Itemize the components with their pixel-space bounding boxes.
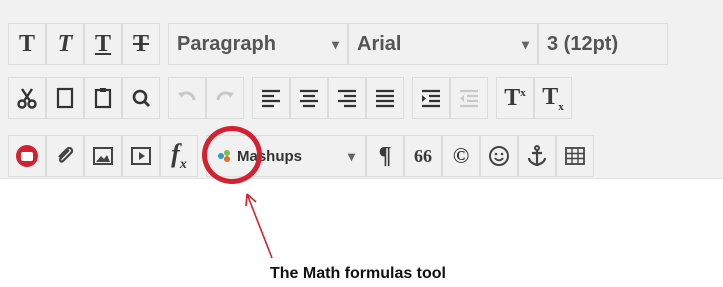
show-blocks-button[interactable]: ¶ bbox=[366, 135, 404, 177]
math-formula-button[interactable]: fx bbox=[160, 135, 198, 177]
align-right-icon bbox=[338, 89, 356, 108]
toolbar-row-3: fx Mashups ▾ ¶ 66 © bbox=[8, 134, 594, 178]
find-button[interactable] bbox=[122, 77, 160, 119]
align-left-icon bbox=[262, 89, 280, 108]
image-icon bbox=[93, 147, 113, 165]
align-center-button[interactable] bbox=[290, 77, 328, 119]
subscript-letter: T bbox=[542, 83, 559, 110]
annotation-caption: The Math formulas tool bbox=[270, 265, 446, 282]
editor-toolbar: T T T T Paragraph ▾ Arial ▾ 3 (12pt) Tx … bbox=[0, 0, 723, 179]
video-icon bbox=[131, 147, 151, 165]
cut-button[interactable] bbox=[8, 77, 46, 119]
pilcrow-icon: ¶ bbox=[378, 142, 392, 169]
math-formula-icon: fx bbox=[171, 139, 187, 173]
quote-icon: 66 bbox=[414, 145, 432, 166]
toolbar-row-1: T T T T Paragraph ▾ Arial ▾ 3 (12pt) bbox=[8, 22, 668, 66]
subscript-mark: x bbox=[558, 100, 564, 113]
document-icon bbox=[56, 87, 74, 109]
toolbar-row-2: Tx Tx bbox=[8, 76, 572, 120]
math-formula-letter: f bbox=[171, 138, 180, 168]
undo-button[interactable] bbox=[168, 77, 206, 119]
search-icon bbox=[132, 89, 150, 107]
strikethrough-button[interactable]: T bbox=[122, 23, 160, 65]
italic-button[interactable]: T bbox=[46, 23, 84, 65]
font-size-select[interactable]: 3 (12pt) bbox=[538, 23, 668, 65]
justify-icon bbox=[376, 89, 394, 108]
paragraph-format-select[interactable]: Paragraph ▾ bbox=[168, 23, 348, 65]
superscript-button[interactable]: Tx bbox=[496, 77, 534, 119]
special-character-button[interactable]: © bbox=[442, 135, 480, 177]
superscript-letter: T bbox=[504, 84, 521, 111]
clipboard-icon bbox=[94, 88, 112, 109]
superscript-mark: x bbox=[520, 86, 526, 99]
font-family-value: Arial bbox=[357, 32, 402, 55]
paragraph-format-value: Paragraph bbox=[177, 32, 276, 55]
paste-button[interactable] bbox=[84, 77, 122, 119]
mashups-label: Mashups bbox=[237, 147, 303, 165]
underline-icon: T bbox=[94, 30, 111, 57]
outdent-button[interactable] bbox=[450, 77, 488, 119]
paperclip-icon bbox=[58, 146, 74, 163]
chevron-down-icon: ▾ bbox=[521, 35, 529, 52]
table-icon bbox=[565, 147, 585, 165]
redo-icon bbox=[216, 91, 234, 101]
indent-button[interactable] bbox=[412, 77, 450, 119]
record-icon bbox=[16, 145, 38, 167]
copy-button[interactable] bbox=[46, 77, 84, 119]
bold-button[interactable]: T bbox=[8, 23, 46, 65]
blockquote-button[interactable]: 66 bbox=[404, 135, 442, 177]
subscript-icon: Tx bbox=[542, 84, 564, 113]
scissors-icon bbox=[17, 88, 37, 109]
attach-file-button[interactable] bbox=[46, 135, 84, 177]
underline-button[interactable]: T bbox=[84, 23, 122, 65]
italic-icon: T bbox=[57, 30, 73, 57]
anchor-icon bbox=[527, 145, 547, 167]
chevron-down-icon: ▾ bbox=[347, 147, 355, 164]
redo-button[interactable] bbox=[206, 77, 244, 119]
align-left-button[interactable] bbox=[252, 77, 290, 119]
strikethrough-icon: T bbox=[132, 30, 149, 57]
justify-button[interactable] bbox=[366, 77, 404, 119]
undo-icon bbox=[178, 91, 196, 101]
superscript-icon: Tx bbox=[504, 85, 526, 112]
subscript-button[interactable]: Tx bbox=[534, 77, 572, 119]
record-button[interactable] bbox=[8, 135, 46, 177]
font-family-select[interactable]: Arial ▾ bbox=[348, 23, 538, 65]
anchor-button[interactable] bbox=[518, 135, 556, 177]
copyright-icon: © bbox=[452, 143, 470, 168]
indent-icon bbox=[422, 89, 440, 108]
smiley-icon bbox=[489, 146, 509, 166]
align-center-icon bbox=[300, 89, 318, 108]
insert-media-button[interactable] bbox=[122, 135, 160, 177]
math-formula-sub: x bbox=[179, 157, 187, 173]
insert-image-button[interactable] bbox=[84, 135, 122, 177]
emoticon-button[interactable] bbox=[480, 135, 518, 177]
insert-table-button[interactable] bbox=[556, 135, 594, 177]
font-size-value: 3 (12pt) bbox=[547, 32, 619, 55]
chevron-down-icon: ▾ bbox=[331, 35, 339, 52]
mashups-icon bbox=[218, 150, 230, 162]
pointer-arrow-icon bbox=[245, 193, 273, 259]
mashups-select[interactable]: Mashups ▾ bbox=[206, 135, 366, 177]
bold-icon: T bbox=[18, 30, 35, 57]
align-right-button[interactable] bbox=[328, 77, 366, 119]
outdent-icon bbox=[460, 89, 478, 108]
